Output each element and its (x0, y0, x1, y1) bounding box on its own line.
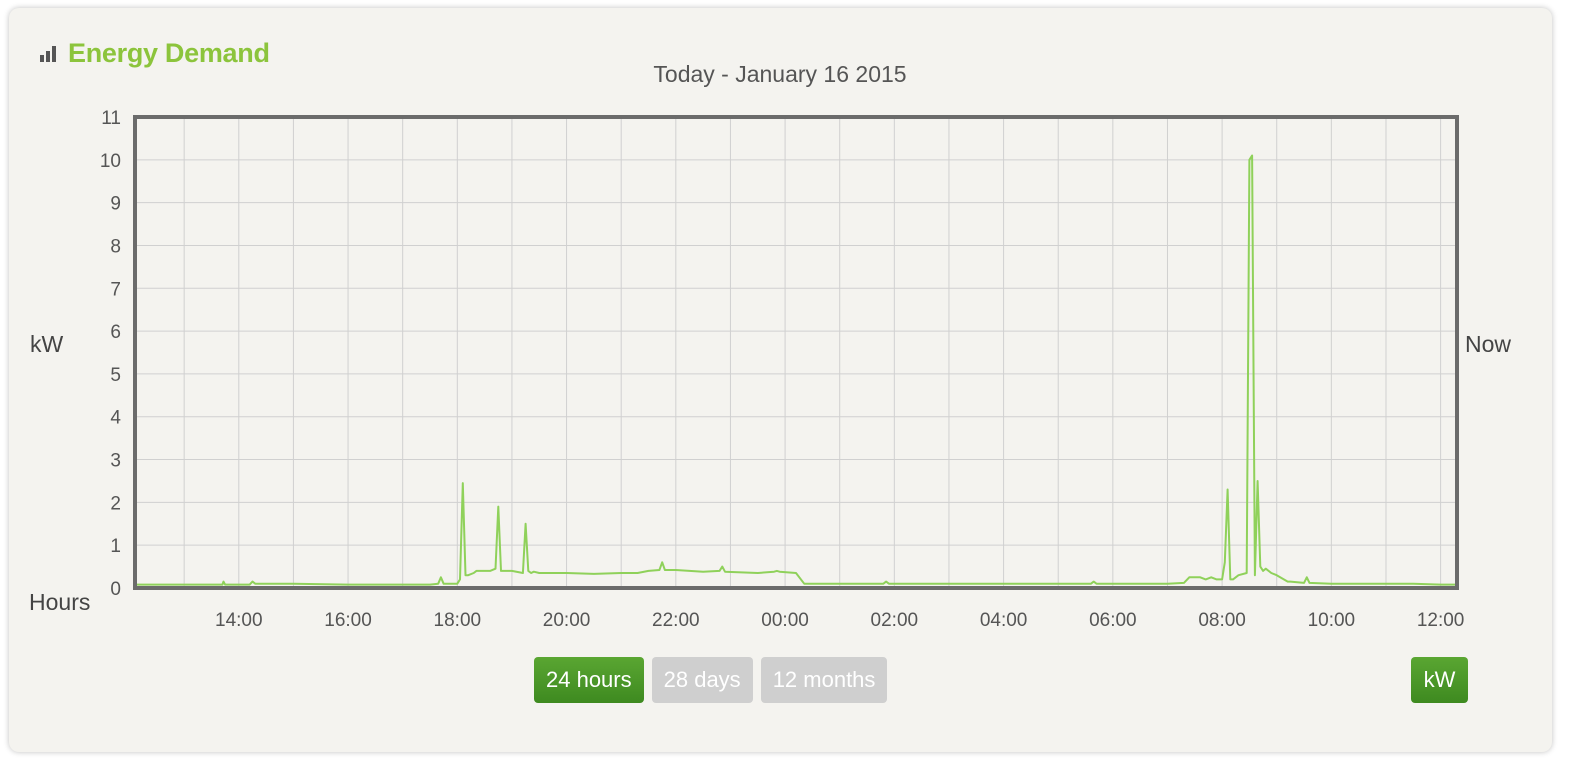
y-tick-label: 0 (110, 579, 121, 600)
y-tick-label: 3 (110, 451, 121, 472)
y-tick-label: 8 (110, 236, 121, 257)
x-tick-label: 18:00 (434, 610, 482, 631)
energy-demand-chart: Today - January 16 2015 kW Hours Now 012… (29, 61, 1511, 631)
y-tick-label: 11 (101, 108, 121, 129)
y-tick-label: 4 (110, 408, 121, 429)
x-tick-label: 12:00 (1417, 610, 1465, 631)
x-tick-label: 06:00 (1089, 610, 1137, 631)
y-tick-label: 9 (110, 194, 121, 215)
y-tick-label: 6 (110, 322, 121, 343)
x-tick-label: 04:00 (980, 610, 1028, 631)
y-tick-label: 7 (110, 279, 121, 300)
x-tick-label: 22:00 (652, 610, 700, 631)
x-tick-label: 20:00 (543, 610, 591, 631)
x-tick-label: 02:00 (871, 610, 919, 631)
x-axis-label: Hours (29, 589, 90, 615)
energy-demand-series-line (135, 154, 1457, 586)
x-tick-label: 10:00 (1308, 610, 1356, 631)
range-selector: 24 hours 28 days 12 months (534, 657, 888, 703)
x-tick-label: 16:00 (324, 610, 372, 631)
y-tick-label: 10 (100, 151, 121, 172)
y-axis-label: kW (30, 331, 64, 357)
range-24-hours-button[interactable]: 24 hours (534, 657, 644, 703)
chart-title: Today - January 16 2015 (653, 61, 906, 87)
unit-kw-button[interactable]: kW (1411, 657, 1468, 703)
now-label: Now (1465, 331, 1511, 357)
y-tick-label: 1 (110, 536, 121, 557)
x-tick-label: 08:00 (1198, 610, 1246, 631)
y-tick-label: 5 (110, 365, 121, 386)
x-tick-label: 14:00 (215, 610, 263, 631)
range-28-days-button[interactable]: 28 days (651, 657, 753, 703)
range-12-months-button[interactable]: 12 months (760, 657, 888, 703)
y-tick-label: 2 (110, 493, 121, 514)
x-tick-label: 00:00 (761, 610, 809, 631)
page: Energy Demand Today - January 16 2015 kW… (0, 0, 1577, 765)
